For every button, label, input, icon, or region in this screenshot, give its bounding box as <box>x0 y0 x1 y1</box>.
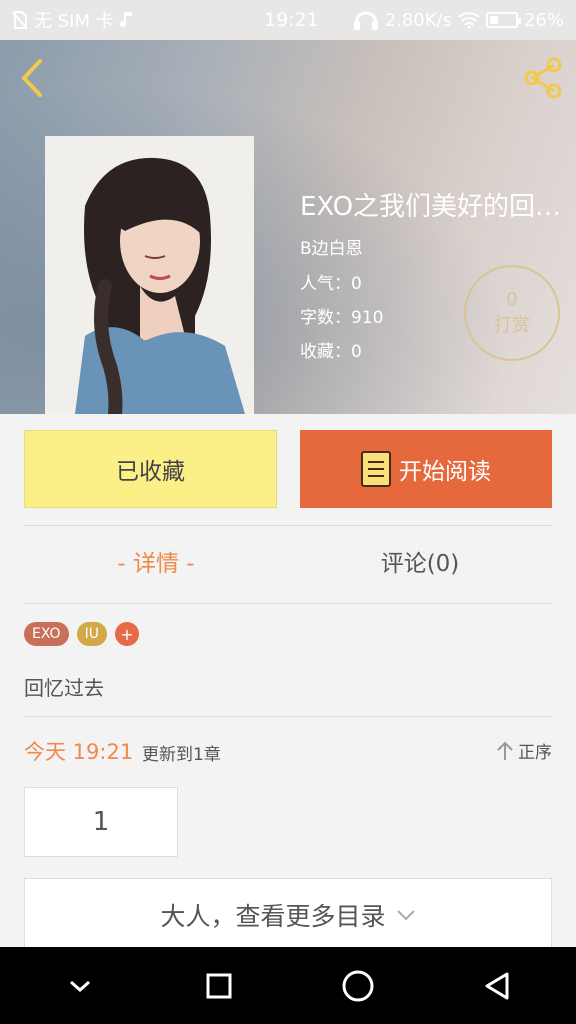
sort-order-label: 正序 <box>518 743 552 763</box>
nav-home-button[interactable] <box>328 956 388 1016</box>
add-tag-button[interactable]: + <box>114 622 139 646</box>
book-icon <box>361 451 391 487</box>
favorited-label: 已收藏 <box>116 459 185 485</box>
nav-collapse-button[interactable] <box>50 956 110 1016</box>
book-title: EXO之我们美好的回… <box>300 192 562 222</box>
chapter-item[interactable]: 1 <box>24 787 178 857</box>
reward-count: 0 <box>506 289 518 310</box>
network-speed: 2.80K/s <box>384 9 452 31</box>
chevron-left-icon <box>22 59 42 97</box>
tag-list: EXO IU + <box>24 622 139 646</box>
share-icon <box>524 57 562 99</box>
chevron-down-icon <box>69 980 90 992</box>
view-more-catalog-button[interactable]: 大人，查看更多目录 <box>24 878 552 950</box>
arrow-up-icon <box>497 741 513 760</box>
tab-comments[interactable]: 评论(0) <box>288 544 552 578</box>
share-button[interactable] <box>520 56 568 100</box>
square-icon <box>206 973 231 998</box>
sort-order-toggle[interactable]: 正序 <box>496 738 552 763</box>
status-time: 19:21 <box>264 9 319 31</box>
start-reading-button[interactable]: 开始阅读 <box>300 430 552 508</box>
status-bar: 无 SIM 卡 19:21 2.80K/s 26% <box>0 0 576 40</box>
wifi-icon <box>458 12 480 29</box>
book-detail-content: 已收藏 开始阅读 - 详情 - 评论(0) EXO IU + 回忆过去 今天 1… <box>0 414 576 950</box>
reward-label: 打赏 <box>494 315 530 336</box>
book-summary: 回忆过去 <box>24 676 104 700</box>
view-more-catalog-label: 大人，查看更多目录 <box>160 901 386 931</box>
system-nav-bar <box>0 947 576 1024</box>
back-button[interactable] <box>14 56 50 100</box>
sim-status: 无 SIM 卡 <box>34 11 114 32</box>
music-icon <box>119 12 132 28</box>
divider <box>24 603 552 604</box>
nav-back-button[interactable] <box>467 956 527 1016</box>
battery-icon <box>485 12 521 28</box>
reward-button[interactable]: 0 打赏 <box>464 265 560 361</box>
update-status: 更新到1章 <box>142 745 221 765</box>
tag-exo[interactable]: EXO <box>24 622 69 646</box>
book-header: EXO之我们美好的回… B边白恩 人气：0 字数：910 收藏：0 0 打赏 <box>0 40 576 414</box>
favorited-button[interactable]: 已收藏 <box>24 430 277 508</box>
circle-icon <box>342 970 373 1001</box>
word-count-stat: 字数：910 <box>300 308 384 328</box>
book-cover[interactable] <box>45 136 254 414</box>
cover-illustration <box>45 136 254 414</box>
divider <box>24 525 552 526</box>
tab-details[interactable]: - 详情 - <box>24 544 288 578</box>
update-time: 今天 19:21 <box>24 740 134 764</box>
triangle-back-icon <box>485 972 508 999</box>
favorites-stat: 收藏：0 <box>300 342 362 362</box>
book-author[interactable]: B边白恩 <box>300 234 363 259</box>
divider <box>24 716 552 717</box>
start-reading-label: 开始阅读 <box>399 459 491 485</box>
headphones-icon <box>353 11 378 30</box>
tag-iu[interactable]: IU <box>76 622 107 646</box>
no-sim-icon <box>12 11 28 29</box>
battery-level: 26% <box>523 9 564 31</box>
nav-recents-button[interactable] <box>189 956 249 1016</box>
chevron-down-icon <box>396 909 415 920</box>
popularity-stat: 人气：0 <box>300 274 362 294</box>
